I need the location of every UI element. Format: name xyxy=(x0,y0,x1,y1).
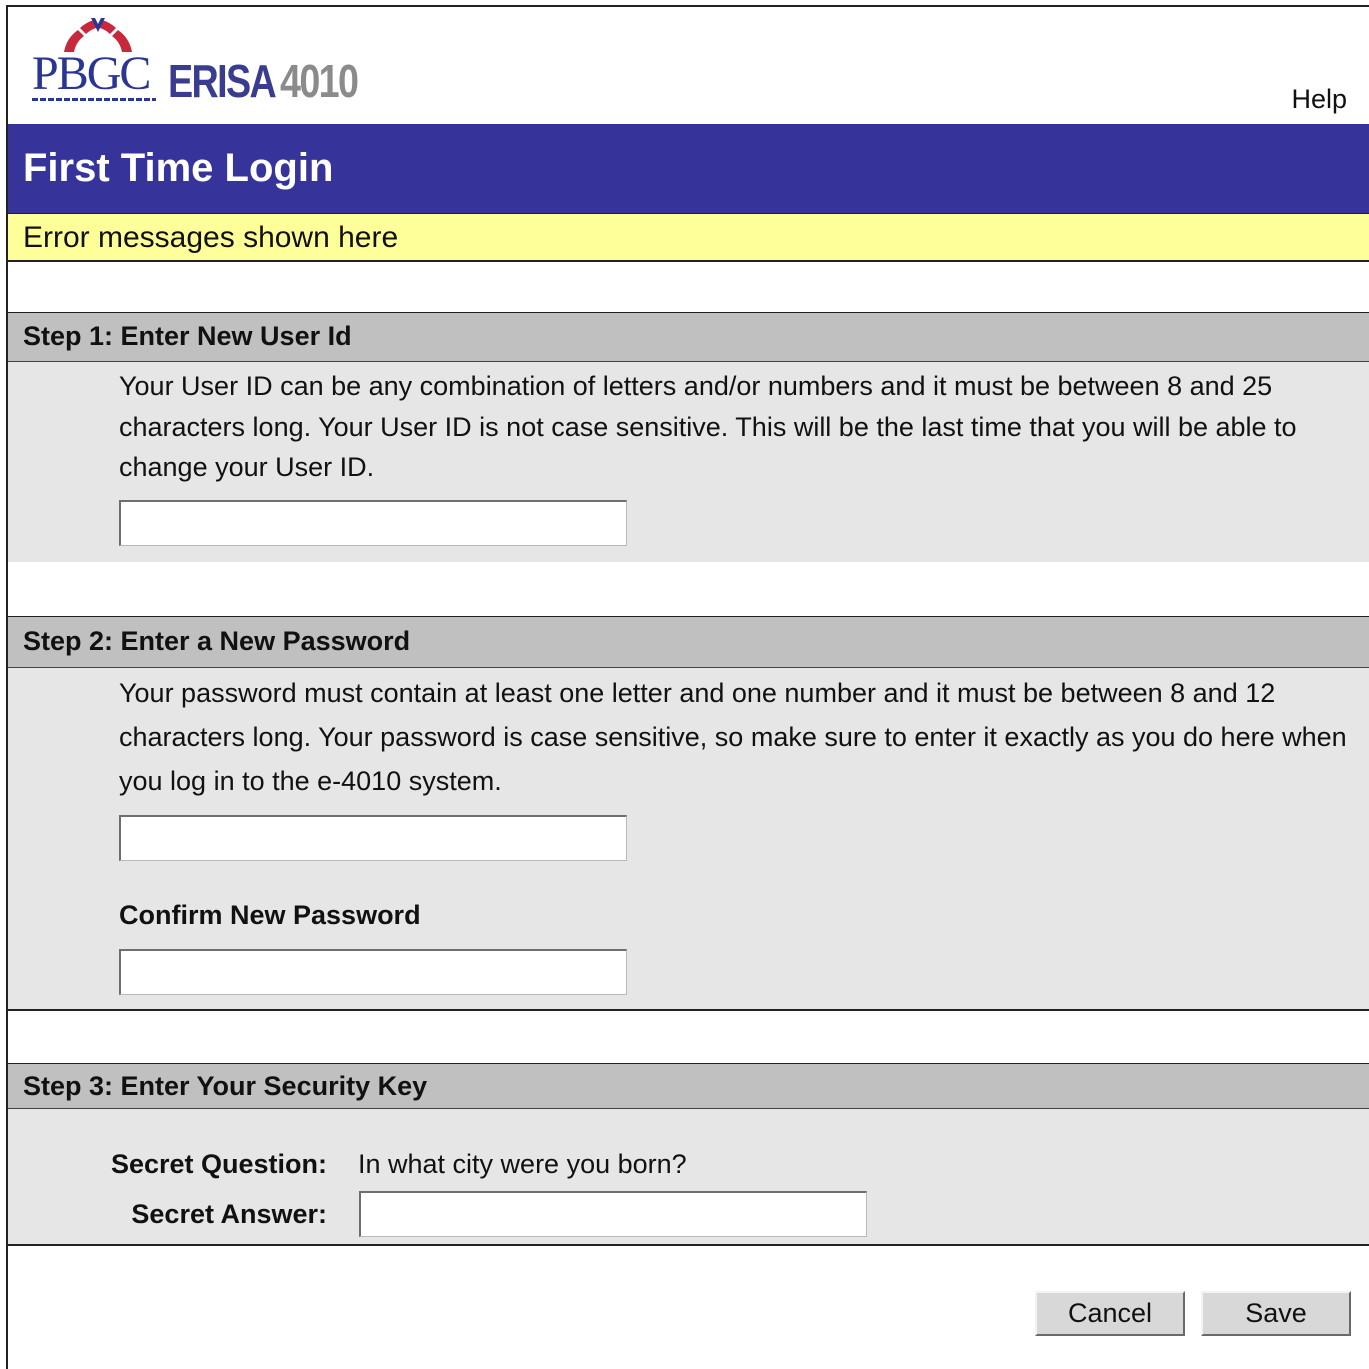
confirm-password-input[interactable] xyxy=(119,949,627,995)
logo-erisa-text: ERISA xyxy=(168,55,277,107)
page-title: First Time Login xyxy=(23,146,334,190)
logo-pbgc-text: PBGC xyxy=(32,47,151,100)
secret-question-text: In what city were you born? xyxy=(358,1149,687,1179)
logo-4010-text: 4010 xyxy=(280,55,359,107)
step1-panel: Your User ID can be any combination of l… xyxy=(8,362,1369,562)
step1-description: Your User ID can be any combination of l… xyxy=(119,371,1297,482)
pbgc-erisa-logo: PBGC ERISA 4010 xyxy=(28,14,378,110)
step2-panel: Your password must contain at least one … xyxy=(8,668,1369,1009)
step2-description: Your password must contain at least one … xyxy=(119,678,1347,796)
new-password-input[interactable] xyxy=(119,815,627,861)
confirm-password-label: Confirm New Password xyxy=(119,900,421,930)
cancel-button[interactable]: Cancel xyxy=(1035,1291,1185,1336)
title-bar: First Time Login xyxy=(8,124,1369,214)
divider xyxy=(8,1009,1369,1011)
step3-panel: Secret Question: In what city were you b… xyxy=(8,1109,1369,1244)
secret-answer-input[interactable] xyxy=(359,1191,867,1237)
step2-header: Step 2: Enter a New Password xyxy=(8,616,1369,668)
user-id-input[interactable] xyxy=(119,500,627,546)
divider xyxy=(8,1244,1369,1246)
secret-question-label: Secret Question: xyxy=(110,1149,327,1179)
error-message-bar: Error messages shown here xyxy=(8,214,1369,262)
step2-heading: Step 2: Enter a New Password xyxy=(23,626,411,656)
step1-header: Step 1: Enter New User Id xyxy=(8,312,1369,362)
help-link[interactable]: Help xyxy=(1291,84,1347,115)
step1-heading: Step 1: Enter New User Id xyxy=(23,321,352,351)
save-button[interactable]: Save xyxy=(1201,1291,1351,1336)
secret-answer-label: Secret Answer: xyxy=(131,1199,327,1229)
error-message-text: Error messages shown here xyxy=(23,221,399,254)
step3-header: Step 3: Enter Your Security Key xyxy=(8,1063,1369,1109)
logo-tagline-mark xyxy=(32,98,156,101)
step3-heading: Step 3: Enter Your Security Key xyxy=(23,1071,428,1101)
